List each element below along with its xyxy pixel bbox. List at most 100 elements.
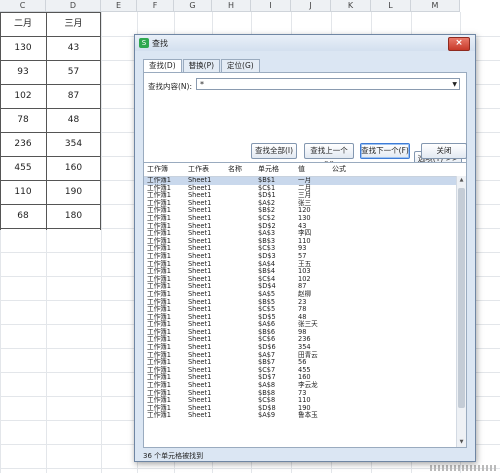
result-cell [228, 223, 258, 231]
table-border [0, 156, 100, 157]
result-cell [228, 276, 258, 284]
column-header[interactable]: D [46, 0, 101, 12]
result-cell [228, 397, 258, 405]
table-border [0, 204, 100, 205]
table-cell[interactable]: 48 [46, 108, 101, 132]
results-list: 工作簿 工作表 名称 单元格 值 公式 工作簿1 Sheet1 $B$1 一月 工作簿1… [143, 162, 467, 448]
result-cell [228, 177, 258, 185]
result-cell: $A$9 [258, 411, 276, 420]
column-header[interactable]: G [174, 0, 212, 12]
table-cell[interactable]: 130 [0, 36, 46, 60]
result-cell [228, 344, 258, 352]
find-dialog: S 查找 × 查找(D) 替换(P) 定位(G) 查找内容(N): * ▼ 选项… [134, 34, 476, 462]
result-cell [228, 200, 258, 208]
table-cell[interactable]: 180 [46, 204, 101, 228]
col-workbook[interactable]: 工作簿 [144, 163, 188, 176]
tab-replace[interactable]: 替换(P) [182, 59, 221, 72]
column-header[interactable]: H [212, 0, 251, 12]
result-cell [228, 390, 258, 398]
result-cell [228, 314, 258, 322]
result-cell [228, 215, 258, 223]
table-header-cell[interactable]: 三月 [46, 12, 101, 36]
status-text: 36 个单元格被找到 [143, 452, 204, 460]
dialog-title: 查找 [152, 38, 168, 48]
table-cell[interactable]: 87 [46, 84, 101, 108]
table-border [0, 228, 100, 229]
result-cell [228, 336, 258, 344]
table-border [46, 12, 47, 230]
table-cell[interactable]: 57 [46, 60, 101, 84]
chevron-down-icon[interactable]: ▼ [452, 79, 457, 91]
column-header[interactable]: I [251, 0, 291, 12]
result-cell [228, 268, 258, 276]
status-grip [430, 465, 496, 471]
result-cell [228, 306, 258, 314]
table-cell[interactable]: 78 [0, 108, 46, 132]
dialog-titlebar[interactable]: S 查找 [135, 35, 475, 51]
table-border [0, 12, 100, 13]
result-cell [228, 321, 258, 329]
result-cell [228, 374, 258, 382]
table-cell[interactable]: 68 [0, 204, 46, 228]
result-cell: 工作簿1 [147, 411, 171, 420]
scroll-down-icon[interactable]: ▼ [457, 438, 466, 447]
scroll-thumb[interactable] [458, 188, 465, 408]
col-sheet[interactable]: 工作表 [188, 163, 228, 176]
result-cell [228, 299, 258, 307]
result-cell [228, 405, 258, 413]
table-cell[interactable]: 110 [0, 180, 46, 204]
result-cell: 鲁本玉 [298, 411, 318, 420]
gridline [101, 12, 102, 473]
gridline [0, 468, 500, 469]
app-icon: S [139, 38, 149, 48]
result-cell [228, 245, 258, 253]
table-cell[interactable]: 160 [46, 156, 101, 180]
results-header: 工作簿 工作表 名称 单元格 值 公式 [144, 163, 466, 177]
results-scrollbar[interactable]: ▲ ▼ [456, 176, 466, 447]
result-cell [228, 253, 258, 261]
result-cell [228, 412, 258, 420]
table-border [0, 60, 100, 61]
table-border [0, 180, 100, 181]
close-icon[interactable]: × [448, 37, 470, 51]
result-cell [228, 359, 258, 367]
result-cell: Sheet1 [188, 411, 212, 420]
find-prev-button[interactable]: 查找上一个(V) [304, 143, 354, 169]
result-cell [228, 261, 258, 269]
tab-find[interactable]: 查找(D) [143, 59, 182, 73]
table-header-cell[interactable]: 二月 [0, 12, 46, 36]
column-header[interactable]: J [291, 0, 331, 12]
table-cell[interactable]: 354 [46, 132, 101, 156]
column-header[interactable]: C [0, 0, 46, 12]
table-border [0, 108, 100, 109]
column-header[interactable]: L [371, 0, 411, 12]
table-border [0, 84, 100, 85]
find-all-button[interactable]: 查找全部(I) [251, 143, 297, 159]
column-header[interactable]: F [137, 0, 174, 12]
find-input-value: * [200, 80, 204, 89]
find-next-button[interactable]: 查找下一个(F) [360, 143, 410, 159]
results-rows: 工作簿1 Sheet1 $B$1 一月 工作簿1 Sheet1 $C$1 二月 工作簿1 Shee… [144, 177, 456, 447]
close-button[interactable]: 关闭 [421, 143, 467, 159]
tab-goto[interactable]: 定位(G) [221, 59, 260, 72]
scroll-up-icon[interactable]: ▲ [457, 176, 466, 185]
col-value[interactable]: 值 [298, 163, 332, 176]
table-cell[interactable]: 455 [0, 156, 46, 180]
find-input[interactable]: * ▼ [196, 78, 460, 90]
table-cell[interactable]: 102 [0, 84, 46, 108]
column-header[interactable]: K [331, 0, 371, 12]
table-cell[interactable]: 190 [46, 180, 101, 204]
table-row[interactable]: 工作簿1 Sheet1 $A$9 鲁本玉 [144, 412, 456, 420]
column-header[interactable]: M [411, 0, 460, 12]
result-cell [228, 291, 258, 299]
column-header[interactable]: E [101, 0, 137, 12]
col-cell[interactable]: 单元格 [258, 163, 298, 176]
table-cell[interactable]: 236 [0, 132, 46, 156]
col-name[interactable]: 名称 [228, 163, 258, 176]
table-cell[interactable]: 93 [0, 60, 46, 84]
table-cell[interactable]: 43 [46, 36, 101, 60]
result-cell [228, 230, 258, 238]
table-border [100, 12, 101, 230]
col-formula[interactable]: 公式 [332, 163, 372, 176]
result-cell [228, 329, 258, 337]
